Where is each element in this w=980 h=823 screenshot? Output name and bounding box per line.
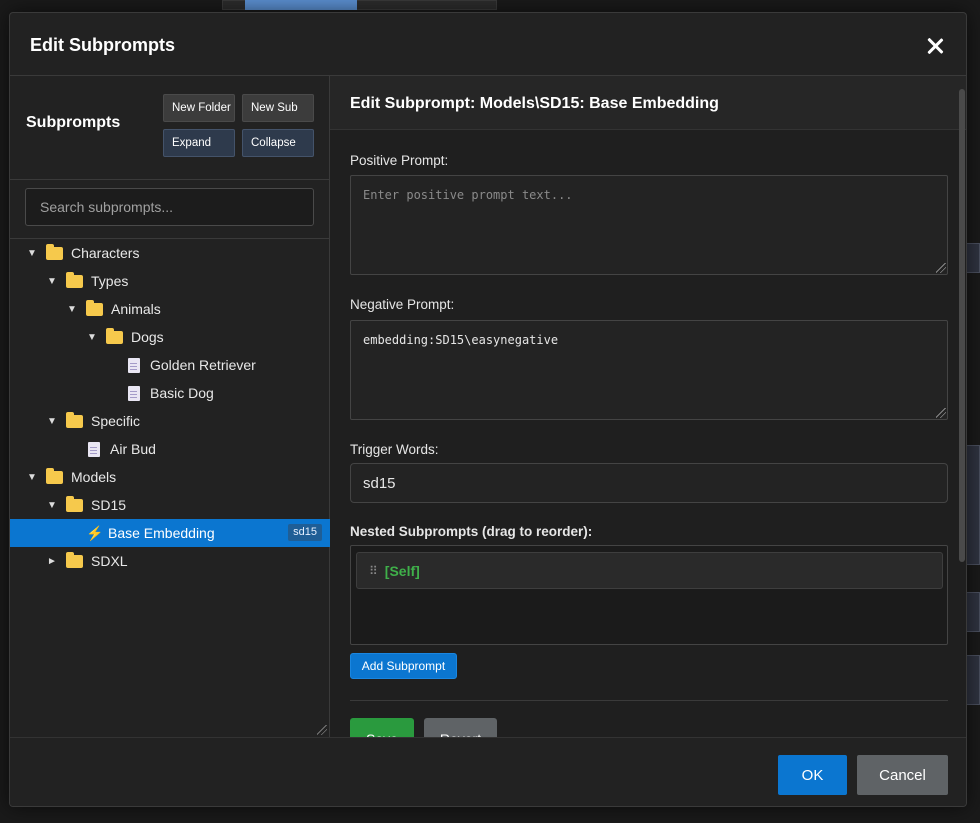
tree-item[interactable]: ▼ Animals [10, 295, 330, 323]
tree-item[interactable]: Basic Dog [10, 379, 330, 407]
resize-handle[interactable] [317, 725, 327, 735]
dialog-footer: OK Cancel [10, 737, 966, 806]
folder-icon [66, 551, 83, 568]
background-node [966, 655, 980, 705]
positive-prompt-label: Positive Prompt: [350, 153, 449, 168]
subprompt-editor: Edit Subprompt: Models\SD15: Base Embedd… [330, 76, 966, 737]
dialog-header: Edit Subprompts [10, 13, 966, 76]
search-input[interactable] [25, 188, 314, 226]
background-node [966, 445, 980, 565]
folder-icon [46, 243, 63, 260]
folder-icon [66, 271, 83, 288]
tree-item[interactable]: ► SDXL [10, 547, 330, 575]
folder-icon [86, 299, 103, 316]
tree-item-label: Types [91, 273, 129, 289]
file-icon [128, 385, 140, 401]
caret-down-icon[interactable]: ▼ [66, 304, 78, 315]
tree-item-label: SD15 [91, 497, 127, 513]
tree-item-label: Specific [91, 413, 141, 429]
textarea-resize-grip[interactable] [936, 408, 946, 418]
subprompt-tree: ▼ Characters ▼ Types ▼ Animals ▼ Dogs Golden Ret… [10, 239, 330, 575]
negative-prompt-label: Negative Prompt: [350, 297, 455, 312]
dialog-title: Edit Subprompts [30, 35, 175, 55]
nested-subprompts-list: ⠿ [Self] [350, 545, 948, 645]
editor-header: Edit Subprompt: Models\SD15: Base Embedd… [330, 76, 966, 130]
collapse-button[interactable]: Collapse [242, 129, 314, 157]
tree-item-label: Characters [71, 245, 140, 261]
positive-prompt-field[interactable] [350, 175, 948, 275]
close-icon[interactable] [926, 37, 944, 55]
tree-item-label: Models [71, 469, 117, 485]
tree-item[interactable]: ▼ SD15 [10, 491, 330, 519]
tree-item[interactable]: ▼ Types [10, 267, 330, 295]
nested-subprompts-label: Nested Subprompts (drag to reorder): [350, 524, 593, 539]
drag-handle-icon[interactable]: ⠿ [369, 564, 378, 578]
trigger-words-label: Trigger Words: [350, 442, 439, 457]
expand-button[interactable]: Expand [163, 129, 235, 157]
file-icon [88, 441, 100, 457]
folder-icon [106, 327, 123, 344]
new-sub-button[interactable]: New Sub [242, 94, 314, 122]
divider [350, 700, 948, 701]
background-node [966, 243, 980, 273]
caret-down-icon[interactable]: ▼ [26, 472, 38, 483]
caret-down-icon[interactable]: ▼ [46, 276, 58, 287]
edit-subprompts-dialog: Edit Subprompts Subprompts New Folder Ne… [9, 12, 967, 807]
sidebar-title: Subprompts [26, 114, 121, 131]
caret-down-icon[interactable]: ▼ [46, 500, 58, 511]
folder-icon [66, 495, 83, 512]
folder-icon [66, 411, 83, 428]
background-run-button [245, 0, 357, 10]
folder-icon [46, 467, 63, 484]
tree-item[interactable]: ▼ Dogs [10, 323, 330, 351]
background-node [966, 592, 980, 632]
caret-down-icon[interactable]: ▼ [26, 248, 38, 259]
subprompts-sidebar: Subprompts New Folder New Sub Expand Col… [10, 76, 330, 737]
tree-item-label: Air Bud [110, 441, 156, 457]
lightning-icon: ⚡ [86, 524, 104, 541]
tree-item-label: Basic Dog [150, 385, 214, 401]
tree-item[interactable]: Air Bud [10, 435, 330, 463]
add-subprompt-button[interactable]: Add Subprompt [350, 653, 457, 679]
tree-item-label: Dogs [131, 329, 164, 345]
tree-item[interactable]: Golden Retriever [10, 351, 330, 379]
nested-item-self[interactable]: ⠿ [Self] [356, 552, 943, 589]
new-folder-button[interactable]: New Folder [163, 94, 235, 122]
tree-item-label: SDXL [91, 553, 128, 569]
tree-item-label: Golden Retriever [150, 357, 256, 373]
cancel-button[interactable]: Cancel [857, 755, 948, 795]
caret-down-icon[interactable]: ▼ [86, 332, 98, 343]
nested-item-label: [Self] [384, 562, 420, 579]
save-button[interactable]: Save [350, 718, 414, 737]
tree-item[interactable]: ▼ Characters [10, 239, 330, 267]
trigger-words-field[interactable] [350, 463, 948, 503]
tree-item[interactable]: ⚡ Base Embedding sd15 [10, 519, 330, 547]
caret-right-icon[interactable]: ► [46, 556, 58, 567]
model-tag-badge: sd15 [288, 524, 322, 541]
file-icon [128, 357, 140, 373]
editor-title: Edit Subprompt: Models\SD15: Base Embedd… [350, 95, 719, 112]
tree-item-label: Base Embedding [108, 525, 215, 541]
tree-item-label: Animals [111, 301, 161, 317]
tree-item[interactable]: ▼ Specific [10, 407, 330, 435]
revert-button[interactable]: Revert [424, 718, 497, 737]
sidebar-header: Subprompts New Folder New Sub Expand Col… [10, 76, 329, 180]
caret-down-icon[interactable]: ▼ [46, 416, 58, 427]
ok-button[interactable]: OK [778, 755, 847, 795]
negative-prompt-field[interactable] [350, 320, 948, 420]
tree-item[interactable]: ▼ Models [10, 463, 330, 491]
editor-scrollbar[interactable] [959, 89, 965, 562]
background-toolbar [222, 0, 497, 10]
textarea-resize-grip[interactable] [936, 263, 946, 273]
